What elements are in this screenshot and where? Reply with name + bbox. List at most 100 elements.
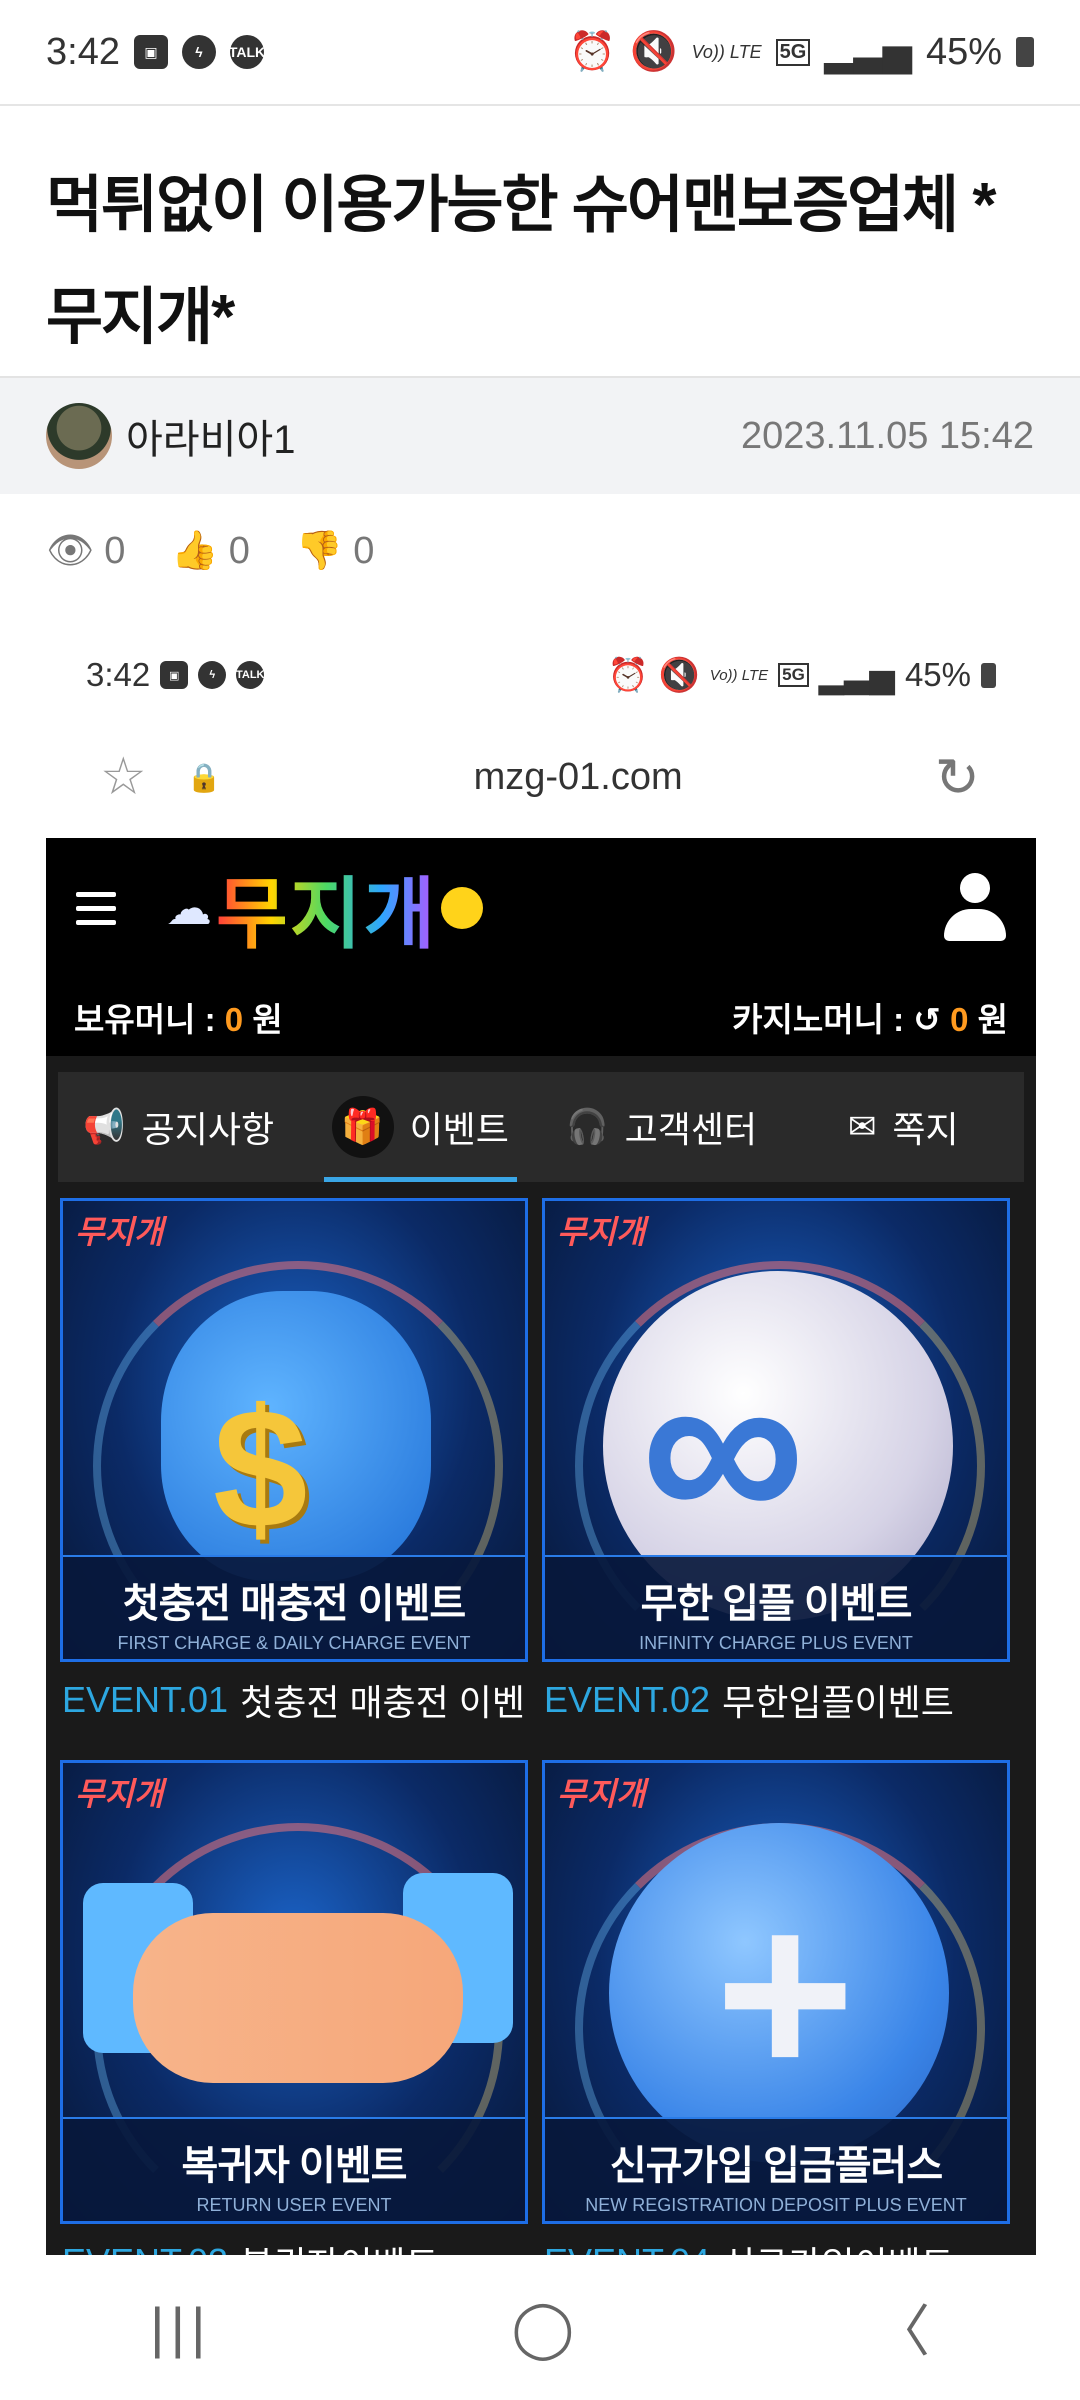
- alarm-icon: ⏰: [607, 655, 649, 693]
- status-time: 3:42: [46, 30, 120, 73]
- volte-icon: Vo)) LTE: [691, 41, 762, 62]
- event-card: 무지개 복귀자 이벤트 RETURN USER EVENT EVENT.03 복…: [60, 1760, 528, 2255]
- eye-icon: 👁: [46, 530, 95, 572]
- cloud-icon: ☁: [166, 882, 212, 934]
- star-icon: ☆: [100, 748, 147, 806]
- event-label: EVENT.02 무한입플이벤트: [542, 1662, 1010, 1738]
- post-image: 3:42 ▣ ϟ TALK ⏰ 🔇 Vo)) LTE 5G ▂▃▅ 45% ☆ …: [0, 630, 1080, 2255]
- messenger-icon: ϟ: [198, 661, 227, 689]
- system-nav-bar: ||| ◯ 〈: [0, 2255, 1080, 2400]
- event-label: EVENT.04 신규가입이벤트: [542, 2224, 1010, 2255]
- event-banner: $ 무지개 첫충전 매충전 이벤트 FIRST CHARGE & DAILY C…: [60, 1198, 528, 1662]
- inner-status-bar: 3:42 ▣ ϟ TALK ⏰ 🔇 Vo)) LTE 5G ▂▃▅ 45%: [86, 650, 996, 700]
- casino-balance: 카지노머니 : ↺ 0 원: [732, 993, 1008, 1041]
- banner-brand: 무지개: [557, 1214, 646, 1250]
- battery-text: 45%: [925, 30, 1002, 73]
- tab-label: 고객센터: [624, 1109, 758, 1150]
- tab-label: 이벤트: [409, 1109, 509, 1150]
- banner-title: 첫충전 매충전 이벤트: [122, 1582, 466, 1626]
- home-button[interactable]: ◯: [511, 2295, 574, 2361]
- messenger-icon: ϟ: [181, 35, 216, 69]
- image-icon: ▣: [133, 35, 168, 69]
- reload-icon: ↻: [934, 747, 980, 808]
- refresh-icon: ↺: [913, 1001, 941, 1038]
- event-banner: 무지개 복귀자 이벤트 RETURN USER EVENT: [60, 1760, 528, 2224]
- post-title: 먹튀없이 이용가능한 슈어맨보증업체 * 무지개*: [46, 171, 996, 352]
- event-card: $ 무지개 첫충전 매충전 이벤트 FIRST CHARGE & DAILY C…: [60, 1198, 528, 1738]
- event-name: 복귀자이벤트: [240, 2236, 439, 2255]
- back-button[interactable]: 〈: [874, 2287, 930, 2368]
- event-number: EVENT.04: [544, 2241, 710, 2255]
- sun-icon: [441, 887, 484, 929]
- mute-icon: 🔇: [658, 655, 700, 693]
- event-name: 무한입플이벤트: [722, 1682, 954, 1723]
- casino-value: 0: [950, 1001, 969, 1038]
- alarm-icon: ⏰: [568, 31, 617, 73]
- post-date: 2023.11.05 15:42: [740, 414, 1034, 457]
- plus-icon: +: [715, 1859, 856, 2127]
- event-banner: ∞ 무지개 무한 입플 이벤트 INFINITY CHARGE PLUS EVE…: [542, 1198, 1010, 1662]
- lock-icon: 🔒: [186, 761, 222, 793]
- volte-icon: Vo)) LTE: [709, 666, 769, 684]
- balance-value: 0: [224, 1001, 244, 1038]
- headset-icon: 🎧: [566, 1108, 609, 1146]
- tab-event: 🎁 이벤트: [300, 1072, 542, 1182]
- event-number: EVENT.03: [62, 2241, 228, 2255]
- battery-text: 45%: [904, 656, 971, 693]
- view-count: 👁 0: [46, 529, 125, 573]
- view-count-value: 0: [104, 529, 126, 572]
- balance-label: 보유머니 :: [74, 1001, 216, 1038]
- tab-message: ✉ 쪽지: [783, 1072, 1025, 1182]
- mute-icon: 🔇: [630, 31, 678, 73]
- dollar-icon: $: [213, 1374, 308, 1564]
- handshake-icon: [133, 1913, 463, 2083]
- recents-button[interactable]: |||: [150, 2295, 212, 2360]
- envelope-icon: ✉: [847, 1108, 877, 1146]
- banner-subtitle: INFINITY CHARGE PLUS EVENT: [639, 1633, 913, 1653]
- banner-title: 복귀자 이벤트: [181, 2144, 408, 2188]
- thumbs-down-icon: 👎: [295, 530, 344, 572]
- event-card: ∞ 무지개 무한 입플 이벤트 INFINITY CHARGE PLUS EVE…: [542, 1198, 1010, 1738]
- event-label: EVENT.01 첫충전 매충전 이벤: [60, 1662, 528, 1738]
- event-number: EVENT.02: [544, 1679, 711, 1720]
- post-stats: 👁 0 👍 0 👎 0: [46, 520, 374, 582]
- tab-notice: 📢 공지사항: [58, 1072, 300, 1182]
- balance: 보유머니 : 0 원: [74, 993, 283, 1041]
- like-count-value: 0: [228, 529, 250, 572]
- dislike-count-value: 0: [353, 529, 375, 572]
- talk-icon: TALK: [229, 35, 265, 69]
- user-icon: [944, 873, 1006, 943]
- banner-subtitle: FIRST CHARGE & DAILY CHARGE EVENT: [117, 1633, 471, 1653]
- event-label: EVENT.03 복귀자이벤트: [60, 2224, 528, 2255]
- dislike-button[interactable]: 👎 0: [296, 529, 374, 573]
- gift-icon: 🎁: [331, 1096, 394, 1158]
- infinity-icon: ∞: [641, 1317, 805, 1574]
- like-button[interactable]: 👍 0: [171, 529, 249, 573]
- avatar[interactable]: [46, 403, 112, 469]
- casino-label: 카지노머니 :: [732, 1001, 905, 1038]
- thumbs-up-icon: 👍: [171, 530, 219, 572]
- tab-support: 🎧 고객센터: [541, 1072, 783, 1182]
- author-bar: 아라비아1 2023.11.05 15:42: [0, 376, 1080, 494]
- banner-title: 신규가입 입금플러스: [609, 2144, 943, 2188]
- menu-icon: [76, 891, 116, 925]
- event-banner: + 무지개 신규가입 입금플러스 NEW REGISTRATION DEPOSI…: [542, 1760, 1010, 2224]
- tab-label: 쪽지: [892, 1109, 959, 1150]
- banner-title: 무한 입플 이벤트: [640, 1582, 913, 1626]
- money-bar: 보유머니 : 0 원 카지노머니 : ↺ 0 원: [46, 978, 1036, 1056]
- event-card: + 무지개 신규가입 입금플러스 NEW REGISTRATION DEPOSI…: [542, 1760, 1010, 2255]
- currency: 원: [977, 1001, 1008, 1038]
- 5g-icon: 5G: [778, 663, 809, 687]
- 5g-icon: 5G: [775, 38, 811, 66]
- tab-label: 공지사항: [141, 1109, 275, 1150]
- url-text: mzg-01.com: [473, 755, 683, 798]
- inner-status-time: 3:42: [86, 656, 151, 693]
- signal-icon: ▂▃▅: [824, 31, 912, 74]
- banner-brand: 무지개: [557, 1776, 646, 1812]
- megaphone-icon: 📢: [83, 1108, 126, 1146]
- event-name: 첫충전 매충전 이벤: [240, 1682, 526, 1723]
- battery-icon: [1016, 37, 1034, 67]
- author-name[interactable]: 아라비아1: [126, 407, 295, 465]
- status-bar: 3:42 ▣ ϟ TALK ⏰ 🔇 Vo)) LTE 5G ▂▃▅ 45%: [0, 0, 1080, 106]
- site-logo: 무지개: [216, 852, 437, 964]
